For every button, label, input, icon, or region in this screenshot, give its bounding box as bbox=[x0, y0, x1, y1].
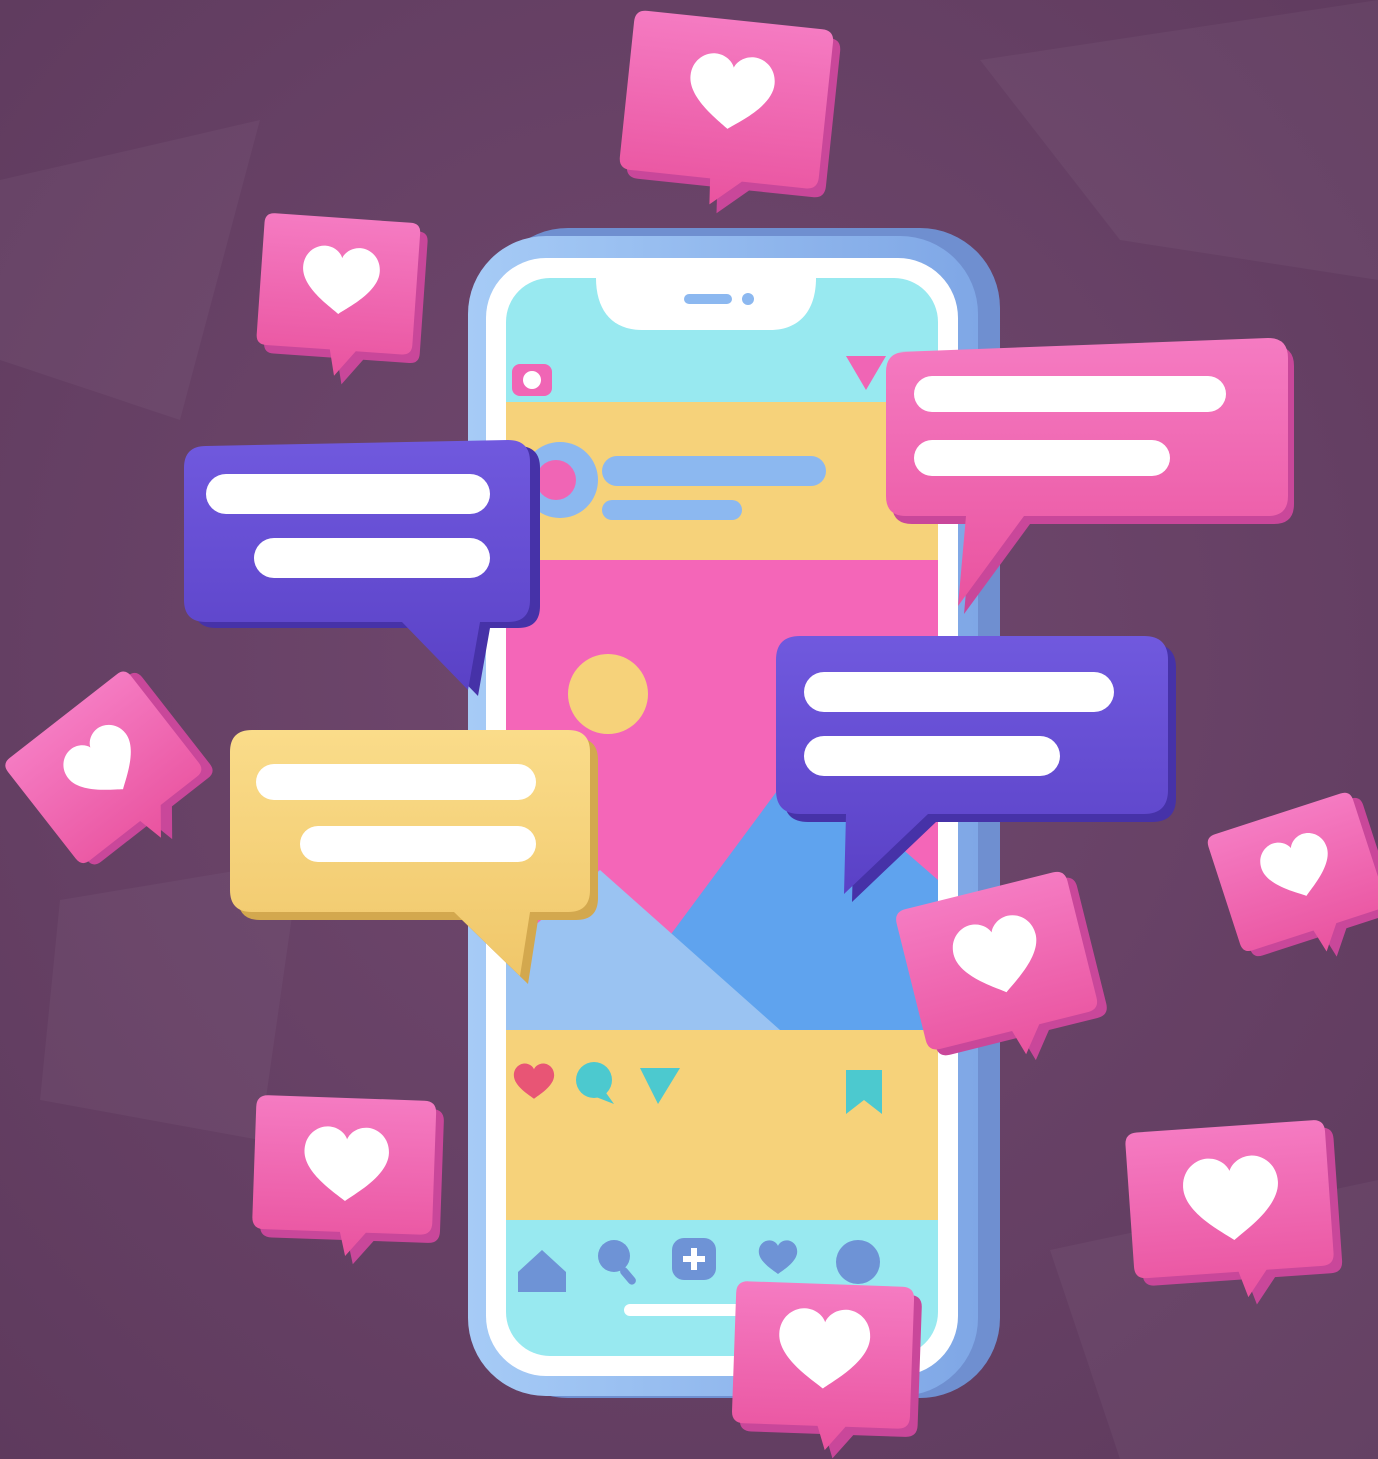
illustration-canvas bbox=[0, 0, 1378, 1459]
camera-icon[interactable] bbox=[512, 364, 552, 396]
subtitle-line bbox=[602, 500, 742, 520]
message-line bbox=[914, 376, 1226, 412]
message-line bbox=[256, 764, 536, 800]
profile-icon[interactable] bbox=[836, 1240, 880, 1284]
add-icon[interactable] bbox=[672, 1238, 716, 1280]
message-line bbox=[804, 736, 1060, 776]
post-action-bar bbox=[506, 1030, 938, 1220]
message-line bbox=[914, 440, 1170, 476]
message-line bbox=[206, 474, 490, 514]
avatar-figure bbox=[536, 460, 576, 500]
front-camera bbox=[742, 293, 754, 305]
social-media-illustration bbox=[0, 0, 1378, 1459]
message-line bbox=[804, 672, 1114, 712]
message-line bbox=[254, 538, 490, 578]
username-line bbox=[602, 456, 826, 486]
message-line bbox=[300, 826, 536, 862]
speaker-grille bbox=[684, 294, 732, 304]
sun bbox=[568, 654, 648, 734]
